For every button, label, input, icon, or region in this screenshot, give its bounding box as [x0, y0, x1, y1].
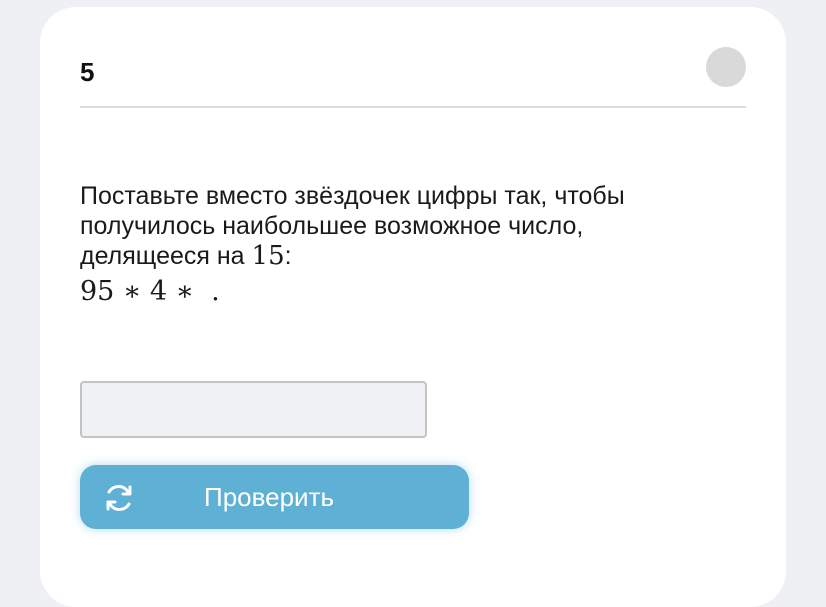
check-button[interactable]: Проверить [80, 465, 469, 529]
question-text: Поставьте вместо звёздочек цифры так, чт… [80, 181, 740, 309]
answer-input[interactable] [80, 381, 427, 438]
check-button-label: Проверить [204, 482, 335, 512]
divider [80, 106, 746, 108]
math-expression: 95 ∗ 4 ∗ . [80, 276, 220, 307]
divisor-number: 15 [251, 241, 285, 271]
question-line-3: делящееся на 15: [80, 241, 740, 271]
task-number: 5 [80, 57, 95, 87]
question-line-2: получилось наибольшее возможное число, [80, 212, 584, 240]
status-indicator [706, 47, 746, 87]
refresh-icon [102, 481, 136, 515]
question-line-1: Поставьте вместо звёздочек цифры так, чт… [80, 182, 625, 210]
question-line-3-colon: : [284, 242, 292, 270]
question-line-3-text: делящееся на [80, 242, 252, 270]
task-card: 5 Поставьте вместо звёздочек цифры так, … [40, 7, 786, 607]
